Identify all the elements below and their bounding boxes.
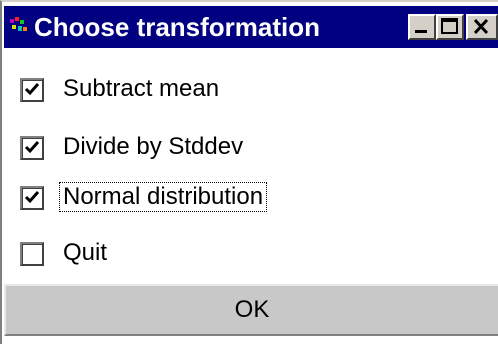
divide-by-stddev-checkbox[interactable] [20, 136, 44, 160]
maximize-icon [441, 18, 458, 34]
quit-checkbox[interactable] [20, 242, 44, 266]
option-label: Quit [63, 239, 108, 266]
checkmark-icon [24, 191, 40, 204]
minimize-icon [415, 30, 427, 33]
option-label: Divide by Stddev [63, 133, 244, 160]
close-button[interactable] [466, 14, 498, 40]
title-bar[interactable]: Choose transformation [4, 6, 498, 48]
choose-transformation-window: Choose transformation Subtract mean Divi… [0, 0, 498, 344]
option-label: Normal distribution [58, 182, 268, 212]
maximize-button[interactable] [436, 14, 464, 40]
close-icon [473, 18, 489, 35]
app-icon [10, 17, 27, 31]
subtract-mean-checkbox[interactable] [20, 78, 44, 102]
option-label: Subtract mean [63, 75, 220, 102]
ok-button[interactable]: OK [4, 284, 498, 336]
checkmark-icon [24, 83, 40, 96]
minimize-button[interactable] [408, 14, 436, 40]
checkmark-icon [24, 141, 40, 154]
window-title: Choose transformation [34, 12, 321, 42]
normal-distribution-checkbox[interactable] [20, 186, 44, 210]
